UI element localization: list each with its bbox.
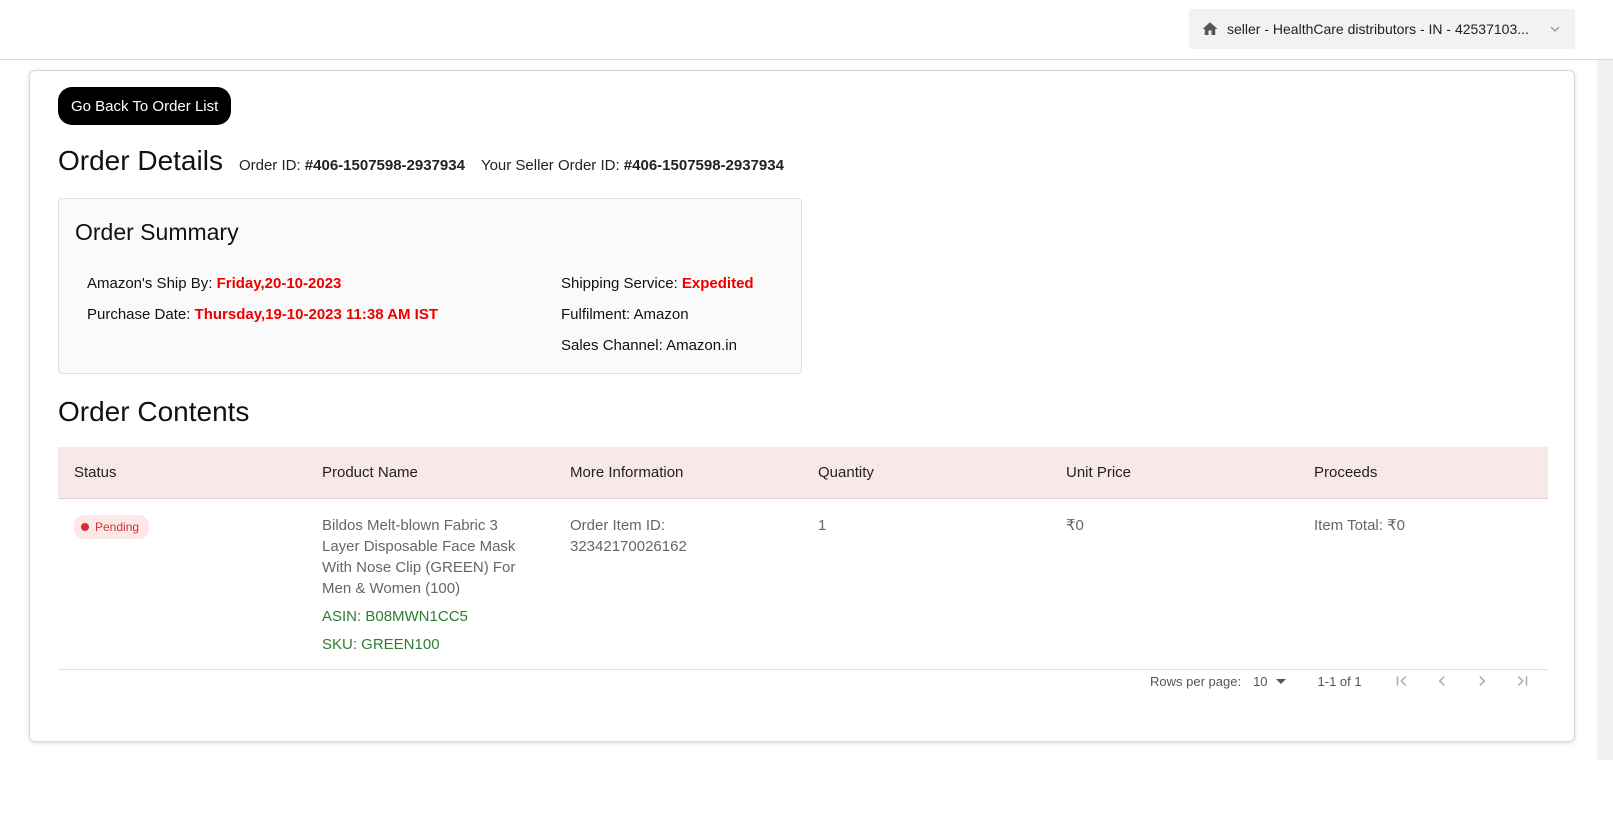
column-header[interactable]: Product Name <box>306 464 554 481</box>
summary-right-column: Shipping Service: Expedited Fulfilment: … <box>561 275 754 368</box>
column-header[interactable]: Unit Price <box>1050 464 1298 481</box>
shipping-service: Shipping Service: Expedited <box>561 275 754 292</box>
back-to-order-list-button[interactable]: Go Back To Order List <box>58 87 232 125</box>
product-cell: Bildos Melt-blown Fabric 3 Layer Disposa… <box>306 515 554 669</box>
rows-per-page-select[interactable]: 10 <box>1253 674 1286 689</box>
status-cell: Pending <box>58 515 306 669</box>
page-range: 1-1 of 1 <box>1317 673 1362 689</box>
home-icon <box>1202 22 1218 35</box>
next-page-button[interactable] <box>1462 671 1502 691</box>
chevron-down-icon <box>1550 26 1560 32</box>
order-details-header: Order Details Order ID: #406-1507598-293… <box>58 145 800 177</box>
quantity-cell: 1 <box>818 517 827 534</box>
column-header[interactable]: Proceeds <box>1298 464 1548 481</box>
column-header[interactable]: Status <box>58 464 306 481</box>
pagination: Rows per page: 10 1-1 of 1 <box>1150 671 1542 691</box>
fulfilment: Fulfilment: Amazon <box>561 306 689 323</box>
top-bar: seller - HealthCare distributors - IN - … <box>0 0 1613 60</box>
scrollbar[interactable] <box>1597 60 1613 760</box>
chevron-left-icon <box>1438 675 1445 687</box>
more-info-cell: Order Item ID: 32342170026162 <box>554 515 802 669</box>
status-dot-icon <box>81 523 89 531</box>
order-item-id-label: Order Item ID: <box>570 517 666 534</box>
first-page-button[interactable] <box>1382 671 1422 691</box>
rows-per-page-label: Rows per page: <box>1150 673 1242 689</box>
last-page-button[interactable] <box>1502 671 1542 691</box>
first-page-icon <box>1396 675 1406 687</box>
sku: SKU: GREEN100 <box>322 636 440 653</box>
purchase-date: Purchase Date: Thursday,19-10-2023 11:38… <box>87 306 439 323</box>
column-header[interactable]: More Information <box>554 464 802 481</box>
column-header[interactable]: Quantity <box>802 464 1050 481</box>
previous-page-button[interactable] <box>1422 671 1462 691</box>
ship-by: Amazon's Ship By: Friday,20-10-2023 <box>87 275 342 292</box>
last-page-icon <box>1517 675 1527 687</box>
unit-price-cell: ₹0 <box>1066 517 1084 534</box>
order-id: Order ID: #406-1507598-2937934 <box>238 157 465 174</box>
status-badge: Pending <box>74 515 150 539</box>
store-selector[interactable]: seller - HealthCare distributors - IN - … <box>1189 9 1575 49</box>
chevron-right-icon <box>1478 675 1485 687</box>
store-selector-label: seller - HealthCare distributors - IN - … <box>1227 21 1529 37</box>
product-name[interactable]: Bildos Melt-blown Fabric 3 Layer Disposa… <box>322 515 530 599</box>
summary-left-column: Amazon's Ship By: Friday,20-10-2023 Purc… <box>87 275 438 337</box>
order-contents-table: Status Product Name More Information Qua… <box>58 447 1548 670</box>
order-card: Go Back To Order List Order Details Orde… <box>29 70 1575 742</box>
asin: ASIN: B08MWN1CC5 <box>322 608 468 625</box>
order-summary-panel: Order Summary Amazon's Ship By: Friday,2… <box>58 198 802 374</box>
proceeds-cell: Item Total: ₹0 <box>1314 517 1405 534</box>
order-contents-title: Order Contents <box>58 396 250 427</box>
order-summary-title: Order Summary <box>75 219 239 245</box>
table-header: Status Product Name More Information Qua… <box>58 447 1548 499</box>
table-row: Pending Bildos Melt-blown Fabric 3 Layer… <box>58 499 1548 670</box>
seller-order-id: Your Seller Order ID: #406-1507598-29379… <box>480 157 784 174</box>
sales-channel: Sales Channel: Amazon.in <box>561 337 737 354</box>
page-title: Order Details <box>58 145 223 176</box>
caret-down-icon <box>1275 678 1286 684</box>
order-item-id: 32342170026162 <box>570 538 687 555</box>
